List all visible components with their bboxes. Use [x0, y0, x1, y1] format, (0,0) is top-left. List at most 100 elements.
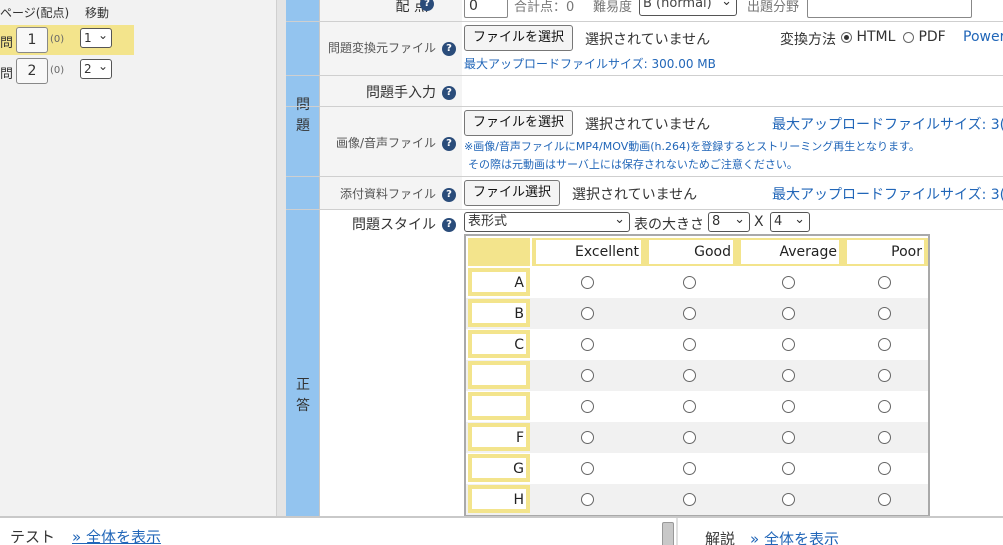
grid-row: H [466, 484, 928, 515]
grid-radio[interactable] [683, 431, 696, 444]
question-move-select[interactable]: 1 [80, 26, 112, 48]
question-row-1[interactable]: 問 1 (0) 1 [0, 25, 134, 55]
times-label: X [754, 214, 764, 230]
convert-file-label: 問題変換元ファイル? [328, 39, 456, 56]
grid-radio[interactable] [581, 276, 594, 289]
grid-radio[interactable] [683, 462, 696, 475]
difficulty-select[interactable]: B (normal) ⌄ [639, 0, 737, 16]
help-icon[interactable]: ? [442, 41, 456, 56]
grid-corner [468, 238, 530, 266]
grid-row [466, 360, 928, 391]
panel-resize-handle[interactable] [276, 0, 286, 516]
style-select[interactable]: 表形式 ⌄ [464, 212, 630, 232]
grid-column-header: Good [645, 238, 737, 266]
scrollbar-thumb[interactable] [662, 522, 674, 545]
grid-radio[interactable] [782, 338, 795, 351]
test-show-all-link[interactable]: » 全体を表示 [72, 526, 161, 545]
answer-side-cell: 正 答 [286, 210, 320, 516]
grid-radio[interactable] [581, 369, 594, 382]
grid-radio[interactable] [683, 493, 696, 506]
convert-file-button[interactable]: ファイルを選択 [464, 25, 574, 51]
question-points: (0) [50, 65, 65, 76]
media-file-label-text: 画像/音声ファイル [335, 136, 436, 150]
grid-radio[interactable] [878, 462, 891, 475]
grid-row-header [468, 392, 530, 420]
answer-label-cell: 問題スタイル? [320, 210, 462, 516]
convert-method-pdf-option[interactable]: PDF [903, 29, 946, 45]
help-icon[interactable]: ? [442, 187, 456, 202]
question-move-value: 1 [84, 31, 92, 45]
grid-radio[interactable] [581, 431, 594, 444]
grid-radio[interactable] [782, 307, 795, 320]
grid-row-header: C [468, 330, 530, 358]
grid-radio[interactable] [683, 307, 696, 320]
points-input[interactable]: 0 [464, 0, 508, 18]
attachment-label: 添付資料ファイル? [340, 185, 456, 202]
manual-input-area[interactable] [464, 76, 1003, 106]
explain-label: 解説 [705, 530, 736, 545]
difficulty-label: 難易度 [593, 0, 633, 15]
grid-radio[interactable] [581, 307, 594, 320]
grid-row: F [466, 422, 928, 453]
help-icon[interactable]: ? [442, 136, 456, 151]
manual-input-label: 問題手入力? [366, 82, 456, 102]
grid-radio[interactable] [878, 431, 891, 444]
grid-radio[interactable] [581, 400, 594, 413]
grid-radio[interactable] [782, 493, 795, 506]
radio-html[interactable] [841, 31, 852, 43]
grid-radio[interactable] [683, 369, 696, 382]
grid-row-header: F [468, 423, 530, 451]
grid-radio[interactable] [878, 307, 891, 320]
grid-row: B [466, 298, 928, 329]
question-number-button[interactable]: 2 [16, 58, 48, 84]
grid-row-header: G [468, 454, 530, 482]
manual-input-label-text: 問題手入力 [366, 85, 436, 101]
grid-radio[interactable] [782, 462, 795, 475]
question-editor: 配 点 ? 0 合計点：0 難易度 B (normal) ⌄ 出題分野 問 題 問… [286, 0, 1003, 516]
grid-radio[interactable] [878, 338, 891, 351]
grid-radio[interactable] [878, 369, 891, 382]
grid-radio[interactable] [782, 369, 795, 382]
chevron-down-icon: ⌄ [614, 212, 625, 227]
rows-select[interactable]: 8 ⌄ [708, 212, 750, 232]
grid-column-header: Average [737, 238, 843, 266]
convert-file-label-text: 問題変換元ファイル [327, 41, 436, 55]
question-move-value: 2 [84, 62, 92, 76]
convert-file-status: 選択されていません [585, 32, 711, 48]
explain-show-all-link[interactable]: » 全体を表示 [750, 528, 839, 545]
grid-radio[interactable] [683, 338, 696, 351]
grid-radio[interactable] [782, 400, 795, 413]
cols-select[interactable]: 4 ⌄ [770, 212, 810, 232]
chevron-down-icon: ⌄ [794, 212, 805, 227]
power-link[interactable]: Power [963, 29, 1003, 45]
attachment-status: 選択されていません [572, 187, 698, 203]
chevron-down-icon: ⌄ [721, 0, 732, 9]
grid-radio[interactable] [878, 493, 891, 506]
question-row-2[interactable]: 問 2 (0) 2 [0, 56, 134, 86]
question-move-select[interactable]: 2 [80, 57, 112, 79]
grid-radio[interactable] [581, 462, 594, 475]
grid-radio[interactable] [581, 338, 594, 351]
media-file-button[interactable]: ファイルを選択 [464, 110, 574, 136]
answer-side-label-2: 答 [296, 398, 310, 414]
grid-radio[interactable] [878, 276, 891, 289]
question-prefix: 問 [0, 36, 14, 51]
help-icon[interactable]: ? [442, 218, 456, 232]
attachment-label-text: 添付資料ファイル [339, 187, 436, 201]
help-icon[interactable]: ? [442, 86, 456, 100]
grid-row-header: B [468, 299, 530, 327]
radio-pdf[interactable] [903, 31, 914, 43]
grid-radio[interactable] [782, 276, 795, 289]
grid-radio[interactable] [782, 431, 795, 444]
convert-method-html-option[interactable]: HTML [841, 29, 895, 45]
question-number-button[interactable]: 1 [16, 27, 48, 53]
attachment-button[interactable]: ファイル選択 [464, 180, 561, 206]
field-input[interactable] [807, 0, 972, 18]
grid-radio[interactable] [683, 400, 696, 413]
grid-radio[interactable] [878, 400, 891, 413]
help-icon[interactable]: ? [420, 0, 434, 11]
grid-radio[interactable] [683, 276, 696, 289]
pane-divider [676, 518, 678, 545]
grid-row: C [466, 329, 928, 360]
grid-radio[interactable] [581, 493, 594, 506]
